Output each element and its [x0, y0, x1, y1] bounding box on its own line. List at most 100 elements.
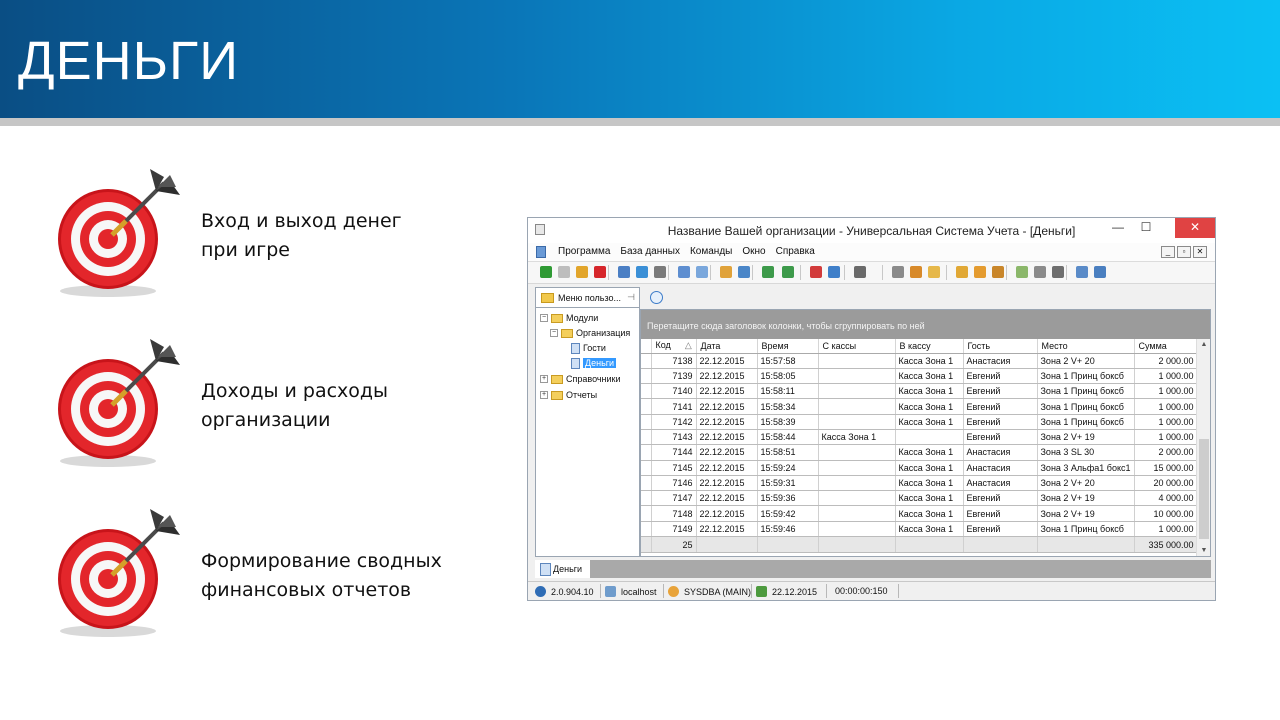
- table-cell[interactable]: Касса Зона 1: [895, 383, 964, 400]
- table-cell[interactable]: Евгений: [963, 398, 1038, 415]
- table-cell[interactable]: 22.12.2015: [696, 429, 758, 446]
- table-cell[interactable]: 15:58:05: [757, 368, 819, 385]
- table-cell[interactable]: Евгений: [963, 368, 1038, 385]
- table-cell[interactable]: Евгений: [963, 505, 1038, 522]
- menu-item[interactable]: Окно: [742, 246, 765, 257]
- table-cell[interactable]: 15 000.00: [1134, 460, 1198, 476]
- copy-icon[interactable]: [558, 266, 570, 278]
- table-cell[interactable]: Касса Зона 1: [895, 475, 964, 492]
- table-row[interactable]: 7141 22.12.2015 15:58:34 Касса Зона 1 Евгени…: [641, 398, 1198, 415]
- table-cell[interactable]: 7147: [651, 490, 697, 507]
- table-cell[interactable]: 2 000.00: [1134, 444, 1198, 461]
- table-cell[interactable]: Зона 3 Альфа1 бокс1: [1037, 460, 1135, 476]
- table-cell[interactable]: 1 000.00: [1134, 368, 1198, 385]
- table-row[interactable]: 7149 22.12.2015 15:59:46 Касса Зона 1 Евгени…: [641, 521, 1198, 538]
- table-cell[interactable]: 1 000.00: [1134, 521, 1198, 538]
- menu-item[interactable]: База данных: [620, 246, 680, 257]
- menu-item[interactable]: Программа: [558, 246, 610, 257]
- column-header[interactable]: С кассы: [818, 339, 896, 354]
- sort-icon[interactable]: [678, 266, 690, 278]
- table-cell[interactable]: [818, 475, 896, 492]
- table-cell[interactable]: 15:59:24: [757, 460, 819, 476]
- table-cell[interactable]: Зона 2 V+ 19: [1037, 490, 1135, 507]
- table-cell[interactable]: Зона 1 Принц боксб: [1037, 414, 1135, 430]
- table-cell[interactable]: 15:58:44: [757, 429, 819, 446]
- scroll-thumb[interactable]: [1199, 439, 1209, 539]
- tree-toggle[interactable]: −: [540, 314, 548, 322]
- tree-node[interactable]: + Отчеты: [540, 388, 597, 402]
- table-cell[interactable]: 7148: [651, 505, 697, 522]
- column-header[interactable]: Гость: [963, 339, 1038, 354]
- table-cell[interactable]: 15:58:34: [757, 398, 819, 415]
- table-cell[interactable]: 15:59:42: [757, 505, 819, 522]
- comment-icon[interactable]: [696, 266, 708, 278]
- open-window-icon[interactable]: [810, 266, 822, 278]
- table-cell[interactable]: 10 000.00: [1134, 505, 1198, 522]
- pin-icon[interactable]: ⊣: [627, 292, 635, 303]
- table-cell[interactable]: 7143: [651, 429, 697, 446]
- table-cell[interactable]: 22.12.2015: [696, 521, 758, 538]
- export-icon[interactable]: [762, 266, 774, 278]
- table-row[interactable]: 7148 22.12.2015 15:59:42 Касса Зона 1 Евгени…: [641, 505, 1198, 522]
- table-cell[interactable]: 7149: [651, 521, 697, 538]
- table-cell[interactable]: Анастасия: [963, 444, 1038, 461]
- column-header[interactable]: В кассу: [895, 339, 964, 354]
- minimize-button[interactable]: —: [1104, 218, 1132, 238]
- table-cell[interactable]: 22.12.2015: [696, 368, 758, 385]
- table-cell[interactable]: Анастасия: [963, 353, 1038, 369]
- printer-icon[interactable]: [1034, 266, 1046, 278]
- table-cell[interactable]: Касса Зона 1: [895, 521, 964, 538]
- column-header[interactable]: Место: [1037, 339, 1135, 354]
- table-cell[interactable]: 22.12.2015: [696, 505, 758, 522]
- table-cell[interactable]: Касса Зона 1: [895, 460, 964, 476]
- table-cell[interactable]: [818, 505, 896, 522]
- table-cell[interactable]: 20 000.00: [1134, 475, 1198, 492]
- search-icon[interactable]: [618, 266, 630, 278]
- list-icon[interactable]: [738, 266, 750, 278]
- table-cell[interactable]: Зона 1 Принц боксб: [1037, 398, 1135, 415]
- filter-icon[interactable]: [654, 266, 666, 278]
- table-cell[interactable]: 1 000.00: [1134, 414, 1198, 430]
- table-cell[interactable]: Касса Зона 1: [895, 414, 964, 430]
- table-cell[interactable]: Касса Зона 1: [895, 368, 964, 385]
- scroll-down-icon[interactable]: ▼: [1197, 547, 1211, 554]
- refresh-icon[interactable]: [636, 266, 648, 278]
- mdi-close-button[interactable]: ✕: [1193, 246, 1207, 258]
- table-cell[interactable]: Зона 1 Принц боксб: [1037, 383, 1135, 400]
- table-cell[interactable]: 22.12.2015: [696, 475, 758, 492]
- table-cell[interactable]: 2 000.00: [1134, 353, 1198, 369]
- close-button[interactable]: ✕: [1175, 218, 1215, 238]
- tree-node[interactable]: + Справочники: [540, 372, 621, 386]
- table-row[interactable]: 7143 22.12.2015 15:58:44 Касса Зона 1 Евгени…: [641, 429, 1198, 446]
- plugin-icon[interactable]: [910, 266, 922, 278]
- table-cell[interactable]: Зона 2 V+ 19: [1037, 505, 1135, 522]
- menu-item[interactable]: Команды: [690, 246, 732, 257]
- table-cell[interactable]: 15:58:11: [757, 383, 819, 400]
- table-cell[interactable]: [818, 460, 896, 476]
- table-cell[interactable]: Зона 1 Принц боксб: [1037, 521, 1135, 538]
- table-cell[interactable]: [818, 368, 896, 385]
- table-cell[interactable]: [818, 383, 896, 400]
- table-cell[interactable]: [895, 429, 964, 446]
- table-cell[interactable]: 1 000.00: [1134, 398, 1198, 415]
- table-row[interactable]: 7142 22.12.2015 15:58:39 Касса Зона 1 Евгени…: [641, 414, 1198, 430]
- group-panel[interactable]: Перетащите сюда заголовок колонки, чтобы…: [641, 310, 1210, 339]
- table-cell[interactable]: Евгений: [963, 490, 1038, 507]
- table-cell[interactable]: [818, 414, 896, 430]
- table-cell[interactable]: Анастасия: [963, 475, 1038, 492]
- table-cell[interactable]: Касса Зона 1: [895, 353, 964, 369]
- lock-icon[interactable]: [956, 266, 968, 278]
- table-cell[interactable]: 7144: [651, 444, 697, 461]
- tree-toggle[interactable]: −: [550, 329, 558, 337]
- table-icon[interactable]: [1016, 266, 1028, 278]
- table-cell[interactable]: 22.12.2015: [696, 383, 758, 400]
- table-cell[interactable]: 7142: [651, 414, 697, 430]
- table-row[interactable]: 7144 22.12.2015 15:58:51 Касса Зона 1 Анаста…: [641, 444, 1198, 461]
- delete-icon[interactable]: [594, 266, 606, 278]
- table-cell[interactable]: [818, 521, 896, 538]
- table-cell[interactable]: 15:59:36: [757, 490, 819, 507]
- tree-node[interactable]: − Организация: [550, 326, 630, 340]
- tools-icon[interactable]: [892, 266, 904, 278]
- table-cell[interactable]: [818, 490, 896, 507]
- tab-money[interactable]: Деньги: [535, 560, 590, 578]
